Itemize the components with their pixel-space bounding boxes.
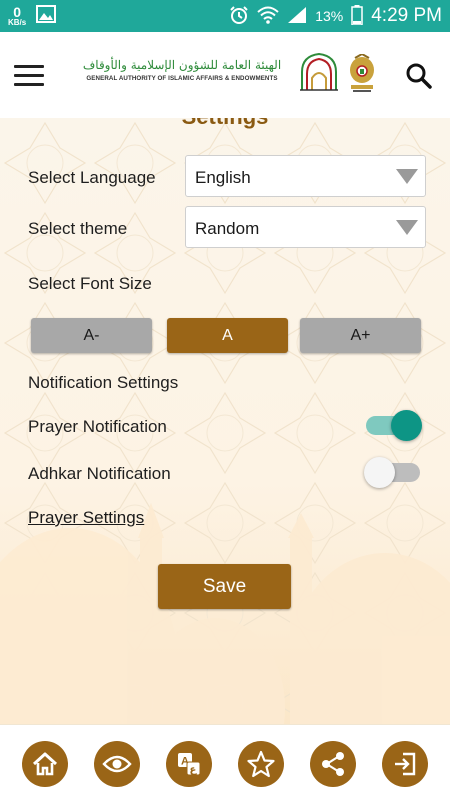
- uae-emblem-icon: [348, 52, 376, 94]
- alarm-icon: [229, 5, 249, 28]
- status-bar: 0 KB/s 13% 4:29 PM: [0, 0, 450, 32]
- save-button[interactable]: Save: [158, 564, 291, 609]
- mosque-logo-icon: [298, 52, 340, 92]
- gallery-icon: [36, 4, 57, 28]
- star-icon[interactable]: [238, 741, 284, 787]
- dropdown-arrow-icon: [396, 169, 418, 184]
- settings-panel: Settings Select Language English Select …: [0, 118, 450, 724]
- signal-icon: [287, 6, 307, 27]
- eye-icon[interactable]: [94, 741, 140, 787]
- clock: 4:29 PM: [371, 5, 442, 26]
- hamburger-menu-icon[interactable]: [14, 65, 44, 87]
- bottom-navigation: Aع: [0, 724, 450, 800]
- search-icon[interactable]: [405, 62, 433, 90]
- font-size-label: Select Font Size: [28, 274, 152, 293]
- font-decrease-button[interactable]: A-: [31, 318, 152, 353]
- logo-arabic-text: الهيئة العامة للشؤون الإسلامية والأوقاف: [82, 58, 282, 72]
- theme-label: Select theme: [28, 219, 128, 238]
- logo-english-text: GENERAL AUTHORITY OF ISLAMIC AFFAIRS & E…: [86, 75, 278, 82]
- network-speed: 0 KB/s: [8, 5, 26, 27]
- theme-select-value: Random: [195, 219, 260, 238]
- authority-logo-text: الهيئة العامة للشؤون الإسلامية والأوقاف …: [74, 58, 290, 82]
- prayer-notification-label: Prayer Notification: [28, 417, 167, 436]
- language-label: Select Language: [28, 168, 156, 187]
- font-normal-button[interactable]: A: [167, 318, 288, 353]
- svg-text:ع: ع: [190, 765, 198, 776]
- app-header: الهيئة العامة للشؤون الإسلامية والأوقاف …: [0, 32, 450, 118]
- dropdown-arrow-icon: [396, 220, 418, 235]
- language-select[interactable]: English: [185, 155, 426, 197]
- network-speed-unit: KB/s: [8, 18, 27, 27]
- wifi-icon: [257, 6, 279, 27]
- font-increase-button[interactable]: A+: [300, 318, 421, 353]
- prayer-settings-link[interactable]: Prayer Settings: [28, 508, 144, 528]
- network-speed-value: 0: [13, 4, 22, 20]
- exit-icon[interactable]: [382, 741, 428, 787]
- theme-select[interactable]: Random: [185, 206, 426, 248]
- language-select-value: English: [195, 168, 251, 187]
- page-title: Settings: [0, 118, 450, 130]
- prayer-notification-toggle[interactable]: [364, 406, 422, 441]
- notification-settings-heading: Notification Settings: [28, 373, 179, 392]
- adhkar-notification-toggle[interactable]: [364, 453, 422, 488]
- translate-icon[interactable]: Aع: [166, 741, 212, 787]
- home-icon[interactable]: [22, 741, 68, 787]
- battery-percent: 13%: [315, 8, 344, 24]
- share-icon[interactable]: [310, 741, 356, 787]
- battery-icon: [351, 4, 363, 28]
- adhkar-notification-label: Adhkar Notification: [28, 464, 171, 483]
